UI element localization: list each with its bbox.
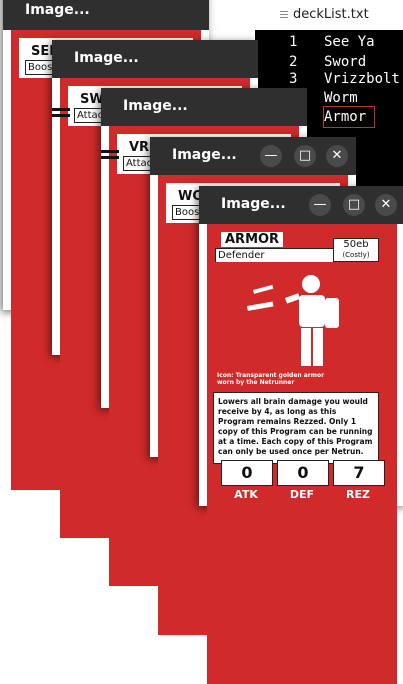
card-rules: Lowers all brain damage you would receiv…: [213, 392, 379, 464]
atk-value: 0: [221, 460, 273, 486]
line-text: Worm: [324, 90, 358, 106]
tick-mark: [101, 156, 119, 159]
line-number: 1: [289, 34, 298, 50]
editor-line-1[interactable]: 1 See Ya: [255, 32, 403, 52]
armor-figure-icon: [247, 275, 339, 366]
card-stats: 0 0 7 ATK DEF REZ: [215, 460, 389, 520]
editor-line-3[interactable]: 3 Vrizzbolt: [255, 69, 403, 89]
image-window-armor[interactable]: Image... — □ ✕ ARMOR Defender 50eb (Cost…: [199, 186, 403, 684]
card-art: Icon: Transparent golden armor worn by t…: [213, 262, 379, 388]
rez-value: 7: [333, 460, 385, 486]
rez-label: REZ: [346, 488, 370, 501]
title-bar[interactable]: Image...: [52, 40, 258, 78]
card-name: ARMOR: [221, 232, 284, 247]
minimize-button[interactable]: —: [309, 194, 331, 216]
document-icon: [280, 11, 288, 18]
tick-mark: [52, 114, 70, 117]
cost-value: 50eb: [343, 239, 369, 250]
window-title: Image...: [172, 147, 237, 163]
title-bar[interactable]: Image...: [101, 88, 307, 126]
window-title: Image...: [123, 98, 188, 114]
maximize-button[interactable]: □: [343, 194, 365, 216]
def-value: 0: [277, 460, 329, 486]
atk-label: ATK: [234, 488, 258, 501]
title-bar[interactable]: Image... — □ ✕: [150, 137, 356, 175]
tick-mark: [52, 108, 70, 111]
cost-sub: (Costly): [342, 251, 370, 259]
maximize-button[interactable]: □: [294, 145, 316, 167]
line-number: 3: [289, 71, 298, 87]
editor-filename: deckList.txt: [293, 7, 369, 22]
title-bar[interactable]: Image... — □ ✕: [199, 186, 403, 224]
window-title: Image...: [25, 2, 90, 18]
close-button[interactable]: ✕: [375, 194, 397, 216]
card-type: Defender: [215, 248, 337, 263]
editor-tab[interactable]: deckList.txt: [255, 0, 403, 30]
window-title: Image...: [221, 196, 286, 212]
title-bar[interactable]: Image...: [3, 0, 209, 30]
card: ARMOR Defender 50eb (Costly) Icon: Trans…: [207, 224, 397, 684]
line-text: See Ya: [324, 34, 375, 50]
line-text: Armor: [322, 106, 376, 128]
line-text: Vrizzbolt: [324, 71, 400, 87]
tick-mark: [101, 150, 119, 153]
close-button[interactable]: ✕: [326, 145, 348, 167]
minimize-button[interactable]: —: [260, 145, 282, 167]
window-title: Image...: [74, 50, 139, 66]
def-label: DEF: [289, 488, 315, 501]
cost-box: 50eb (Costly): [333, 238, 379, 262]
card-flavor: Icon: Transparent golden armor worn by t…: [217, 372, 325, 386]
